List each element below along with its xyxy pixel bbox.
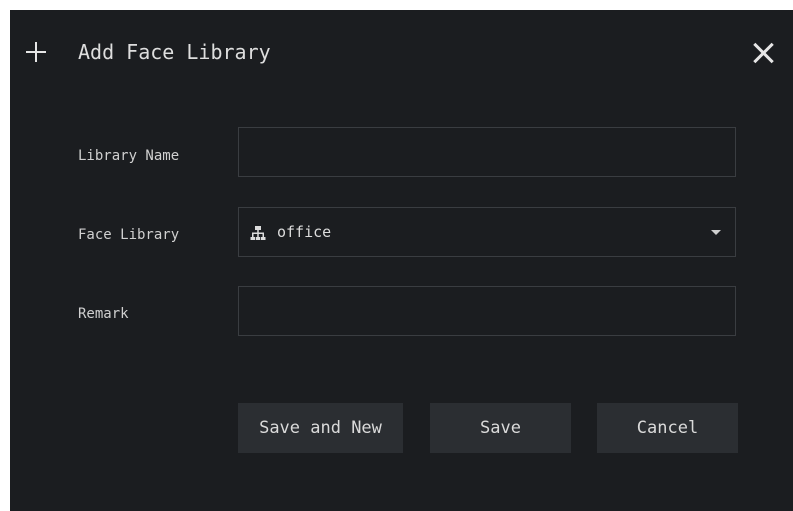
dialog-title: Add Face Library [78, 40, 271, 64]
remark-label: Remark [78, 306, 129, 322]
chevron-down-icon[interactable] [711, 230, 721, 235]
dialog-title-bar: Add Face Library [10, 10, 793, 100]
face-library-selected-value: office [277, 223, 332, 241]
add-face-library-dialog: Add Face Library Library Name Face Libra… [10, 10, 793, 511]
face-library-label: Face Library [78, 227, 180, 243]
org-tree-icon [250, 226, 266, 240]
save-and-new-button[interactable]: Save and New [238, 403, 403, 453]
cancel-button[interactable]: Cancel [597, 403, 738, 453]
remark-field-box [238, 286, 736, 336]
plus-icon [26, 42, 46, 62]
save-button[interactable]: Save [430, 403, 571, 453]
library-name-input[interactable] [239, 128, 735, 176]
remark-input[interactable] [239, 287, 735, 335]
close-icon[interactable] [752, 42, 774, 64]
face-library-select[interactable]: office [238, 207, 736, 257]
library-name-field-box [238, 127, 736, 177]
library-name-label: Library Name [78, 148, 180, 164]
